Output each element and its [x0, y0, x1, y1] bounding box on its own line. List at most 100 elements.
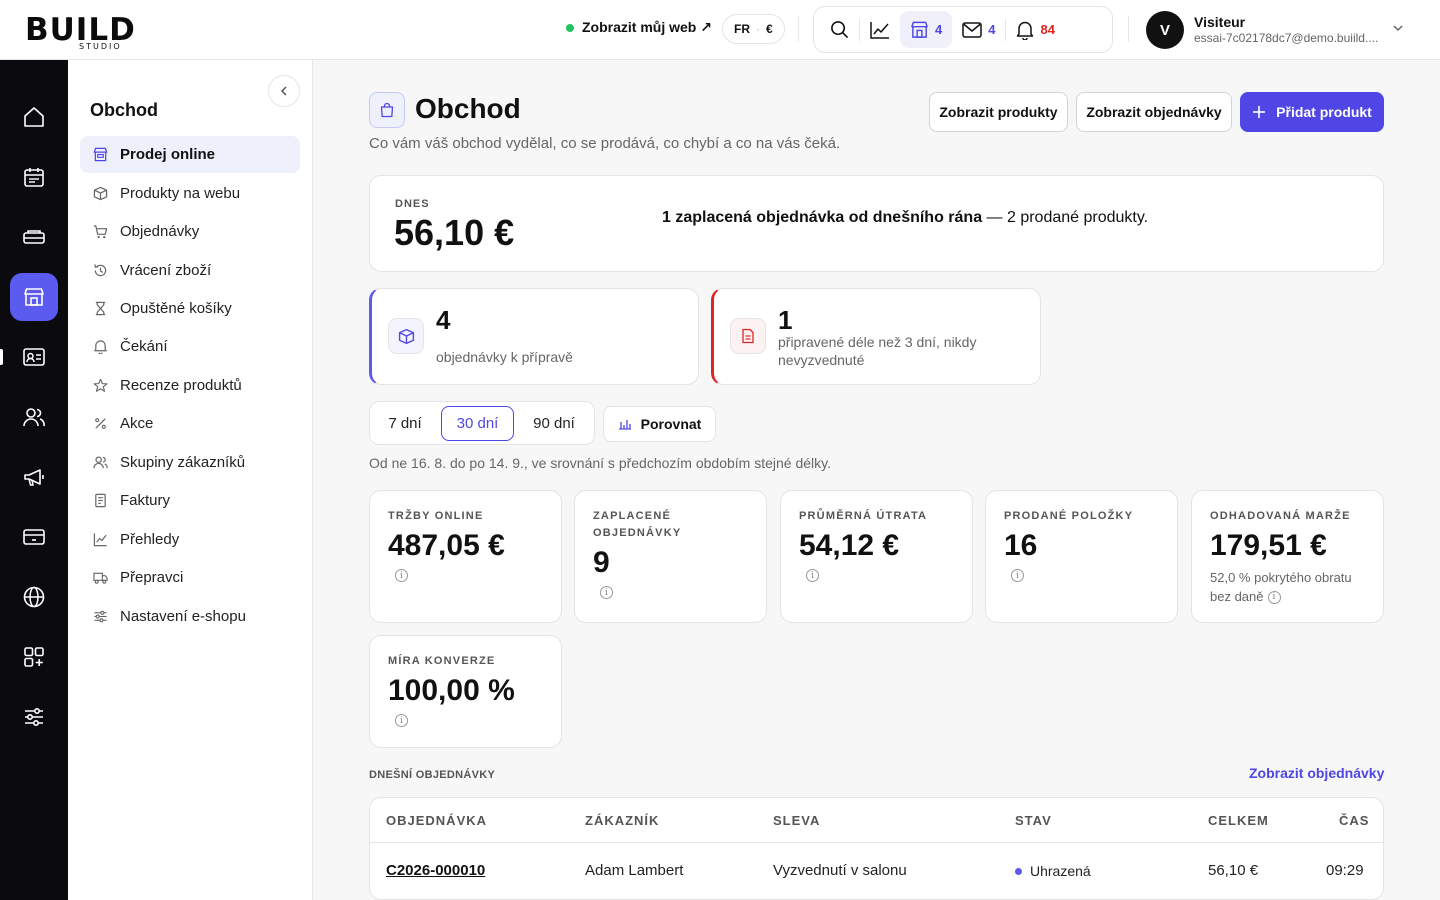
info-icon[interactable]: i	[1011, 569, 1024, 582]
shop-sidebar: Obchod Prodej online Produkty na webu Ob…	[68, 60, 313, 900]
period-7-days[interactable]: 7 dní	[375, 406, 435, 441]
sidebar-item-invoices[interactable]: Faktury	[80, 482, 300, 519]
sidebar-item-promotions[interactable]: Akce	[80, 405, 300, 442]
divider	[798, 16, 799, 42]
rail-marketing[interactable]	[10, 453, 58, 501]
todays-orders-title: DNEŠNÍ OBJEDNÁVKY	[369, 769, 496, 781]
column-header-total[interactable]: CELKEM	[1208, 813, 1269, 828]
calendar-icon	[24, 168, 44, 187]
user-name: Visiteur	[1194, 14, 1246, 30]
order-number-link[interactable]: C2026-000010	[386, 862, 485, 879]
sidebar-item-label: Přehledy	[120, 531, 180, 548]
column-header-order[interactable]: OBJEDNÁVKA	[386, 813, 487, 828]
rail-calendar[interactable]	[10, 153, 58, 201]
shop-orders-button[interactable]: 4	[900, 11, 953, 48]
view-products-button[interactable]: Zobrazit produkty	[929, 92, 1068, 132]
sidebar-item-waiting[interactable]: Čekání	[80, 328, 300, 365]
sidebar-item-reports[interactable]: Přehledy	[80, 521, 300, 558]
logo[interactable]: BUILD STUDIO	[25, 8, 185, 52]
sidebar-item-shop-settings[interactable]: Nastavení e-shopu	[80, 598, 300, 635]
info-icon[interactable]: i	[600, 586, 613, 599]
chevron-down-icon	[1393, 25, 1403, 32]
kpi-value: 100,00 %	[388, 674, 515, 707]
page-title: Obchod	[415, 93, 521, 124]
globe-icon	[23, 586, 45, 608]
sidebar-item-online-sales[interactable]: Prodej online	[80, 136, 300, 173]
sidebar-title: Obchod	[90, 100, 158, 120]
user-email: essai-7c02178dc7@demo.buiild....	[1194, 31, 1379, 45]
sidebar-item-label: Nastavení e-shopu	[120, 608, 246, 625]
rail-contacts[interactable]	[10, 333, 58, 381]
chart-line-icon	[870, 21, 889, 39]
collapse-sidebar-button[interactable]	[268, 75, 300, 107]
rail-payments[interactable]	[10, 513, 58, 561]
top-bar: BUILD STUDIO Zobrazit můj web ↗ FR · € 4…	[0, 0, 1440, 60]
users-icon	[93, 456, 108, 469]
rail-services[interactable]	[10, 213, 58, 261]
user-menu[interactable]: V Visiteur essai-7c02178dc7@demo.buiild.…	[1146, 10, 1416, 50]
column-header-status[interactable]: STAV	[1015, 813, 1052, 828]
table-header-divider	[370, 842, 1383, 843]
period-30-days[interactable]: 30 dní	[441, 406, 514, 441]
view-site-link[interactable]: Zobrazit můj web ↗	[566, 19, 712, 36]
rail-store[interactable]	[10, 273, 58, 321]
info-icon[interactable]: i	[395, 569, 408, 582]
view-orders-link[interactable]: Zobrazit objednávky	[1249, 765, 1384, 781]
sidebar-item-label: Prodej online	[120, 146, 216, 163]
sidebar-item-products[interactable]: Produkty na webu	[80, 175, 300, 212]
avatar: V	[1146, 11, 1184, 49]
kpi-value: 179,51 €	[1210, 529, 1327, 562]
column-header-discount[interactable]: SLEVA	[773, 813, 820, 828]
rail-settings[interactable]	[10, 693, 58, 741]
notifications-button[interactable]: 84	[1006, 11, 1064, 48]
search-button[interactable]	[820, 11, 859, 48]
currency-symbol: €	[766, 22, 773, 36]
search-icon	[831, 21, 848, 38]
uncollected-orders-alert[interactable]: 1 připravené déle než 3 dní, nikdy nevyz…	[711, 288, 1041, 385]
info-icon[interactable]: i	[1267, 591, 1281, 605]
quick-actions-bar: 4 4 84	[813, 6, 1113, 53]
orders-to-prepare-alert[interactable]: 4 objednávky k přípravě	[369, 288, 699, 385]
add-product-button[interactable]: Přidat produkt	[1240, 92, 1384, 132]
sidebar-item-label: Objednávky	[120, 223, 200, 240]
shopping-bag-icon	[380, 102, 394, 118]
compare-button[interactable]: Porovnat	[603, 406, 716, 442]
kpi-label: ODHADOVANÁ MARŽE	[1210, 510, 1351, 522]
document-icon	[742, 328, 754, 344]
page-subtitle: Co vám váš obchod vydělal, co se prodává…	[369, 135, 841, 152]
apps-icon	[24, 647, 44, 667]
kpi-conversion-rate: MÍRA KONVERZE 100,00 % i	[369, 635, 562, 748]
language-currency-selector[interactable]: FR · €	[722, 14, 785, 44]
column-header-time[interactable]: ČAS	[1339, 813, 1369, 828]
rail-customers[interactable]	[10, 393, 58, 441]
view-orders-button[interactable]: Zobrazit objednávky	[1076, 92, 1232, 132]
active-rail-marker	[0, 349, 3, 365]
rail-website[interactable]	[10, 573, 58, 621]
info-icon[interactable]: i	[806, 569, 819, 582]
sidebar-item-returns[interactable]: Vrácení zboží	[80, 252, 300, 289]
info-icon[interactable]: i	[395, 714, 408, 727]
cart-icon	[93, 225, 108, 239]
kpi-note: 52,0 % pokrytého obratu bez daně i	[1210, 568, 1375, 606]
date-range-text: Od ne 16. 8. do po 14. 9., ve srovnání s…	[369, 455, 832, 471]
online-status-dot	[566, 23, 574, 32]
order-total: 56,10 €	[1208, 862, 1259, 879]
sidebar-item-carriers[interactable]: Přepravci	[80, 559, 300, 596]
sidebar-item-orders[interactable]: Objednávky	[80, 213, 300, 250]
alert-icon-box	[730, 318, 766, 354]
kpi-average-basket: PRŮMĚRNÁ ÚTRATA 54,12 € i	[780, 490, 973, 623]
rail-home[interactable]	[10, 93, 58, 141]
status-badge: Uhrazená	[1015, 863, 1091, 879]
bell-icon	[1017, 21, 1034, 40]
sidebar-item-customer-groups[interactable]: Skupiny zákazníků	[80, 444, 300, 481]
period-90-days[interactable]: 90 dní	[520, 406, 588, 441]
logo-subtitle: STUDIO	[79, 42, 122, 51]
messages-button[interactable]: 4	[952, 11, 1005, 48]
sidebar-item-reviews[interactable]: Recenze produktů	[80, 367, 300, 404]
mail-icon	[962, 21, 982, 38]
kpi-value: 487,05 €	[388, 529, 505, 562]
sidebar-item-abandoned-carts[interactable]: Opuštěné košíky	[80, 290, 300, 327]
rail-apps[interactable]	[10, 633, 58, 681]
stats-button[interactable]	[860, 11, 900, 48]
column-header-customer[interactable]: ZÁKAZNÍK	[585, 813, 659, 828]
